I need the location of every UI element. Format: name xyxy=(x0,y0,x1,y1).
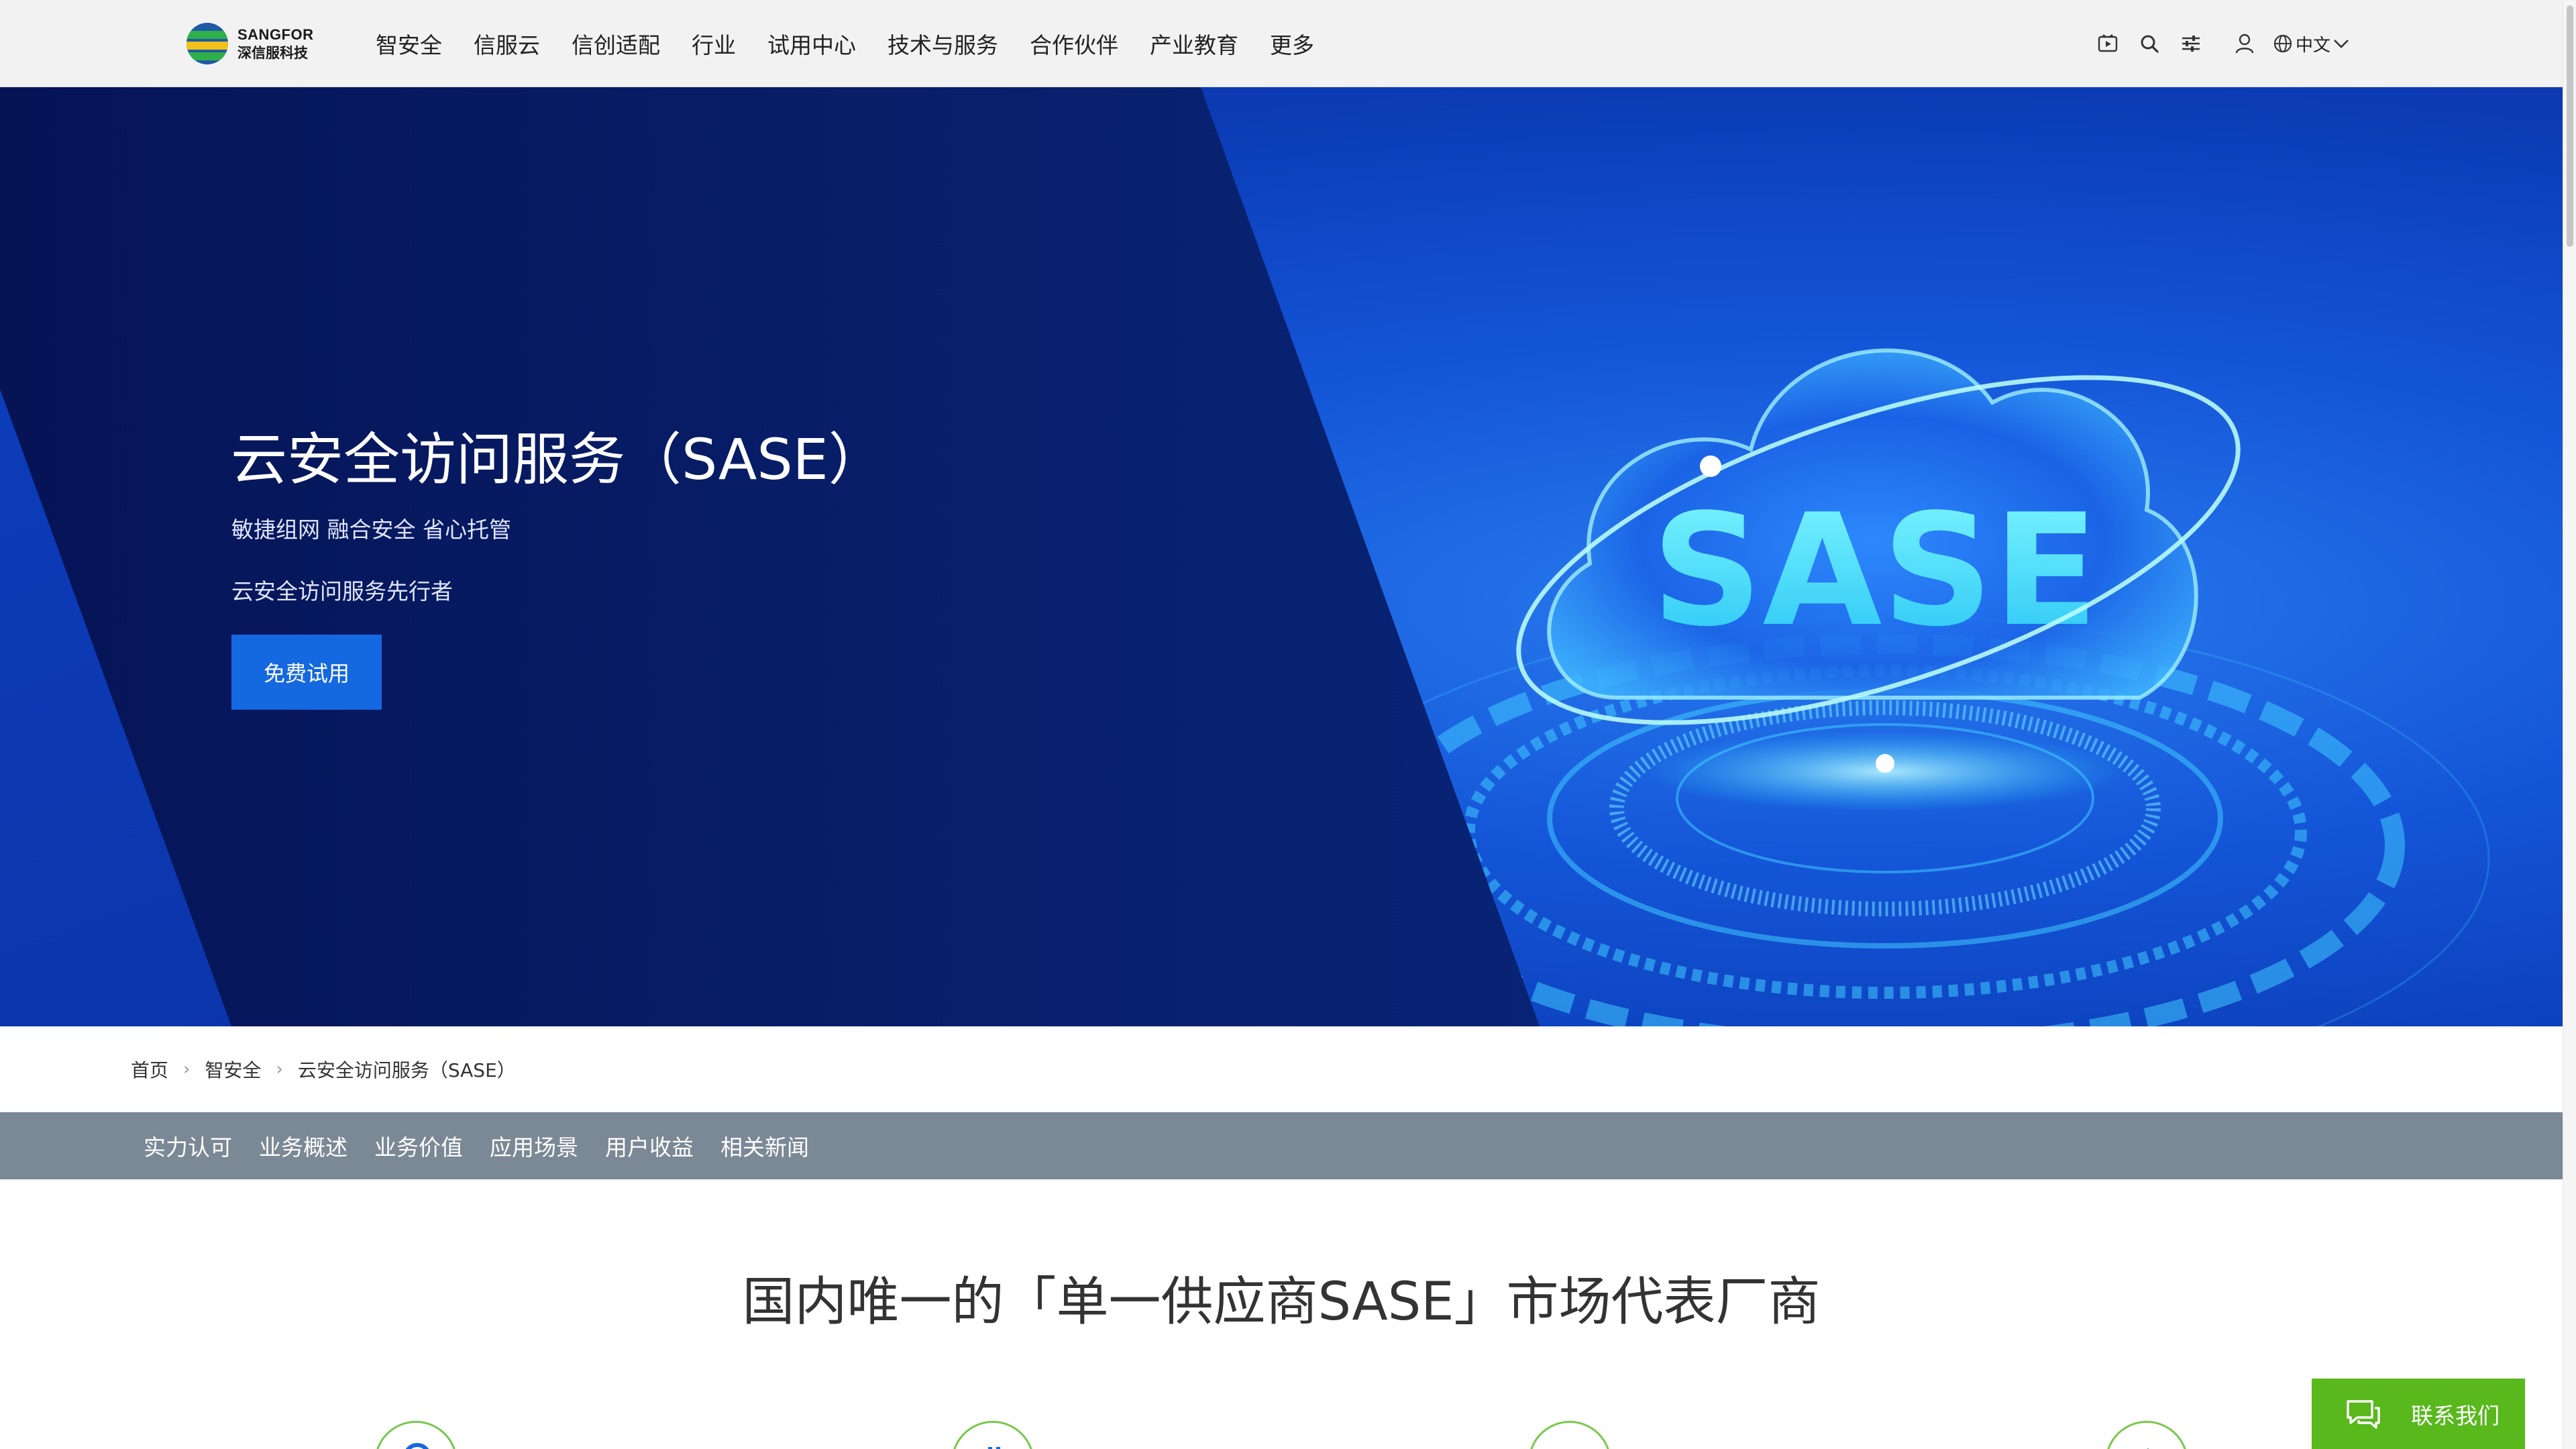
sangfor-logo[interactable]: SANGFOR 深信服科技 xyxy=(186,20,314,67)
section-tab-news[interactable]: 相关新闻 xyxy=(720,1130,809,1162)
breadcrumb-current: 云安全访问服务（SASE） xyxy=(297,1059,516,1081)
logo-name-cn: 深信服科技 xyxy=(237,44,308,61)
chevron-right-icon: › xyxy=(183,1059,191,1079)
main-nav: 智安全 信服云 信创适配 行业 试用中心 技术与服务 合作伙伴 产业教育 更多 xyxy=(376,0,1346,87)
breadcrumb-smart-security[interactable]: 智安全 xyxy=(205,1056,261,1083)
logo-globe-icon xyxy=(186,23,228,64)
hero-subtitle: 敏捷组网 融合安全 省心托管 xyxy=(231,517,511,543)
nav-item-industry[interactable]: 行业 xyxy=(692,28,736,60)
chat-bubble-icon xyxy=(2347,1399,2380,1429)
section-anchor-nav: 实力认可 业务概述 业务价值 应用场景 用户收益 相关新闻 xyxy=(0,1112,2563,1179)
award-circle-icon xyxy=(374,1421,458,1449)
document-icon xyxy=(1528,1421,1611,1449)
nav-item-partners[interactable]: 合作伙伴 xyxy=(1030,28,1118,60)
gear-icon xyxy=(951,1421,1034,1449)
nav-item-more[interactable]: 更多 xyxy=(1270,28,1314,60)
breadcrumb: 首页 › 智安全 › 云安全访问服务（SASE） xyxy=(131,1026,516,1112)
nav-item-trial-center[interactable]: 试用中心 xyxy=(767,28,856,60)
hero-banner: SASE 云安全访问服务（SASE） 敏捷组网 融合安全 省心托管 云安全访问服… xyxy=(0,87,2563,1026)
section-tab-benefits[interactable]: 用户收益 xyxy=(605,1130,694,1162)
chevron-right-icon: › xyxy=(276,1059,283,1079)
contact-us-button[interactable]: 联系我们 xyxy=(2312,1379,2525,1449)
contact-us-label: 联系我们 xyxy=(2411,1402,2500,1429)
nav-item-xinchuang[interactable]: 信创适配 xyxy=(572,28,660,60)
top-header: SANGFOR 深信服科技 智安全 信服云 信创适配 行业 试用中心 技术与服务… xyxy=(0,0,2563,87)
scrollbar-thumb[interactable] xyxy=(2567,5,2573,247)
nav-item-smart-security[interactable]: 智安全 xyxy=(376,28,442,60)
globe-icon xyxy=(2273,34,2292,53)
section-tab-scenarios[interactable]: 应用场景 xyxy=(490,1130,578,1162)
search-icon[interactable] xyxy=(2136,30,2163,57)
hero-title: 云安全访问服务（SASE） xyxy=(231,427,885,492)
user-icon[interactable] xyxy=(2231,30,2258,57)
hero-tagline: 云安全访问服务先行者 xyxy=(231,578,453,604)
section-heading: 国内唯一的「单一供应商SASE」市场代表厂商 xyxy=(742,1272,1821,1332)
section-tab-recognition[interactable]: 实力认可 xyxy=(144,1130,232,1162)
language-selector[interactable]: 中文 xyxy=(2273,32,2349,56)
page-scrollbar[interactable] xyxy=(2563,0,2576,1449)
nav-item-education[interactable]: 产业教育 xyxy=(1150,28,1238,60)
nav-item-cloud[interactable]: 信服云 xyxy=(474,28,540,60)
section-tab-value[interactable]: 业务价值 xyxy=(374,1130,463,1162)
breadcrumb-home[interactable]: 首页 xyxy=(131,1056,168,1083)
video-play-icon[interactable] xyxy=(2094,30,2121,57)
section-tab-overview[interactable]: 业务概述 xyxy=(259,1130,347,1162)
nav-item-tech-services[interactable]: 技术与服务 xyxy=(888,28,998,60)
language-label: 中文 xyxy=(2295,35,2330,56)
free-trial-button[interactable]: 免费试用 xyxy=(231,635,382,710)
filter-settings-icon[interactable] xyxy=(2178,30,2204,57)
header-tools: 中文 xyxy=(2080,0,2349,87)
logo-name-en: SANGFOR xyxy=(237,25,314,43)
shield-icon xyxy=(2105,1421,2188,1449)
chevron-down-icon xyxy=(2334,40,2349,48)
